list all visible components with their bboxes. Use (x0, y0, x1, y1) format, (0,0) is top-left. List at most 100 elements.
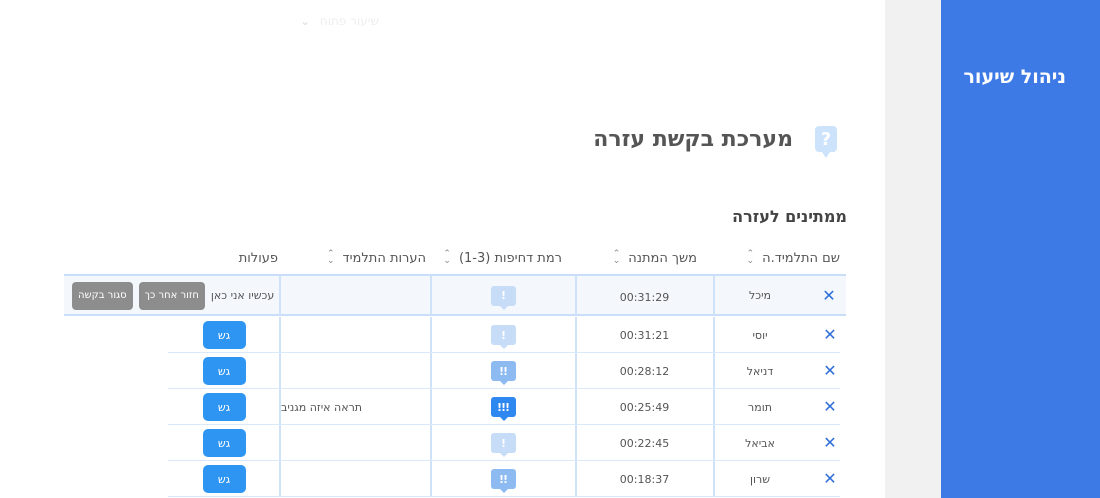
urgency-badge: ! (490, 433, 516, 457)
table-row: ✕ יוסי 00:31:21! גש (0, 317, 885, 353)
divider (713, 389, 715, 425)
lesson-select[interactable]: שיעור פתוח ⌄ (300, 14, 379, 28)
cell-urgency: ! (431, 276, 575, 315)
sidebar-title[interactable]: ניהול שיעור (963, 66, 1066, 88)
main-content: שיעור פתוח ⌄ ? מערכת בקשת עזרה ממתינים ל… (0, 0, 885, 498)
header-wait-label: משך המתנה (628, 250, 697, 266)
cell-notes (281, 276, 429, 315)
cell-actions: סגור בקשה חזור אחר כך עכשיו אני כאן (72, 276, 275, 315)
cell-wait: 00:25:49 (619, 400, 670, 414)
approach-button[interactable]: גש (202, 393, 246, 421)
here-now-label: עכשיו אני כאן (210, 289, 275, 302)
divider (575, 317, 577, 353)
sort-arrows-icon[interactable]: ⌃ ⌄ (747, 250, 755, 266)
urgency-badge: ! (490, 285, 516, 310)
header-urgency[interactable]: ⌃ ⌄ (1-3) רמת דחיפות (443, 244, 562, 272)
chevron-down-icon: ⌄ (300, 14, 311, 28)
cell-actions: גש (170, 389, 278, 425)
badge-tail (499, 305, 508, 310)
header-wait[interactable]: ⌃ ⌄ משך המתנה (607, 244, 697, 272)
cell-wait: 00:31:21 (619, 328, 670, 342)
divider (713, 461, 715, 497)
cell-actions: גש (170, 317, 278, 353)
cell-actions: גש (170, 425, 278, 461)
divider (575, 276, 577, 315)
approach-button[interactable]: גש (202, 465, 246, 493)
cell-wait: 00:22:45 (619, 436, 670, 450)
divider (575, 425, 577, 461)
urgency-glyph: ! (500, 436, 506, 450)
cell-name: מיכל (749, 289, 771, 302)
close-icon[interactable]: ✕ (821, 288, 837, 304)
urgency-glyph: !! (498, 364, 508, 378)
urgency-badge: !! (490, 469, 516, 493)
divider (430, 461, 432, 497)
cell-urgency: !! (431, 461, 575, 497)
question-bubble-icon: ? (815, 126, 837, 158)
sort-arrows-icon[interactable]: ⌃ ⌄ (443, 250, 451, 266)
sort-arrows-icon[interactable]: ⌃ ⌄ (327, 250, 335, 266)
badge-tail (499, 345, 508, 349)
divider (713, 353, 715, 389)
close-icon[interactable]: ✕ (822, 363, 838, 379)
badge-tail (499, 381, 508, 385)
divider (575, 461, 577, 497)
badge-tail (499, 489, 508, 493)
urgency-glyph: ! (500, 289, 506, 302)
divider (430, 353, 432, 389)
cell-wait: 00:28:12 (619, 364, 670, 378)
divider (430, 317, 432, 353)
badge-tail (499, 417, 508, 421)
table-row-active: ✕ מיכל 00:31:29 ! סגור בקשה חזור אחר כך (64, 275, 846, 316)
sort-arrows-icon[interactable]: ⌃ ⌄ (613, 250, 621, 266)
cell-name: תומר (748, 400, 772, 414)
divider (575, 353, 577, 389)
cell-name: דניאל (746, 364, 774, 378)
header-name[interactable]: ⌃ ⌄ שם התלמיד.ה (745, 244, 840, 272)
approach-button[interactable]: גש (202, 321, 246, 349)
divider (575, 389, 577, 425)
table-row: ✕ שרון 00:18:37!! גש (0, 461, 885, 497)
close-icon[interactable]: ✕ (822, 327, 838, 343)
cell-urgency: !! (431, 353, 575, 389)
cell-urgency: !!! (431, 389, 575, 425)
urgency-glyph: !!! (496, 400, 510, 414)
header-actions: פעולות (230, 244, 278, 272)
cell-actions: גש (170, 353, 278, 389)
divider (279, 276, 281, 315)
cell-notes (281, 425, 429, 461)
divider (713, 317, 715, 353)
divider (430, 276, 432, 315)
approach-button[interactable]: גש (202, 357, 246, 385)
cell-wait: 00:18:37 (619, 472, 670, 486)
urgency-badge: !! (490, 361, 516, 385)
sidebar: ניהול שיעור (941, 0, 1100, 498)
urgency-badge: ! (490, 325, 516, 349)
header-name-label: שם התלמיד.ה (762, 250, 840, 266)
cell-name: אביאל (745, 436, 775, 450)
cell-wait: 00:31:29 (619, 291, 670, 304)
close-request-button[interactable]: סגור בקשה (72, 281, 133, 310)
header-notes-label: הערות התלמיד (342, 250, 426, 266)
urgency-glyph: !! (498, 472, 508, 486)
come-back-later-button[interactable]: חזור אחר כך (138, 281, 205, 310)
divider (279, 317, 281, 353)
app-root: ניהול שיעור שיעור פתוח ⌄ ? מערכת בקשת עז… (0, 0, 1100, 498)
approach-button[interactable]: גש (202, 429, 246, 457)
divider (279, 389, 281, 425)
cell-notes: תראה איזה מגניב (281, 400, 363, 414)
close-icon[interactable]: ✕ (822, 399, 838, 415)
table-row: ✕ דניאל 00:28:12!! גש (0, 353, 885, 389)
divider (279, 461, 281, 497)
badge-tail (499, 453, 508, 457)
section-title: ממתינים לעזרה (732, 207, 847, 226)
page-header: ? מערכת בקשת עזרה (593, 126, 837, 158)
row-divider (168, 496, 840, 497)
divider (430, 425, 432, 461)
divider (713, 276, 715, 315)
close-icon[interactable]: ✕ (822, 435, 838, 451)
divider (279, 425, 281, 461)
close-icon[interactable]: ✕ (822, 471, 838, 487)
header-notes[interactable]: ⌃ ⌄ הערות התלמיד (323, 244, 426, 272)
header-actions-label: פעולות (238, 250, 278, 266)
